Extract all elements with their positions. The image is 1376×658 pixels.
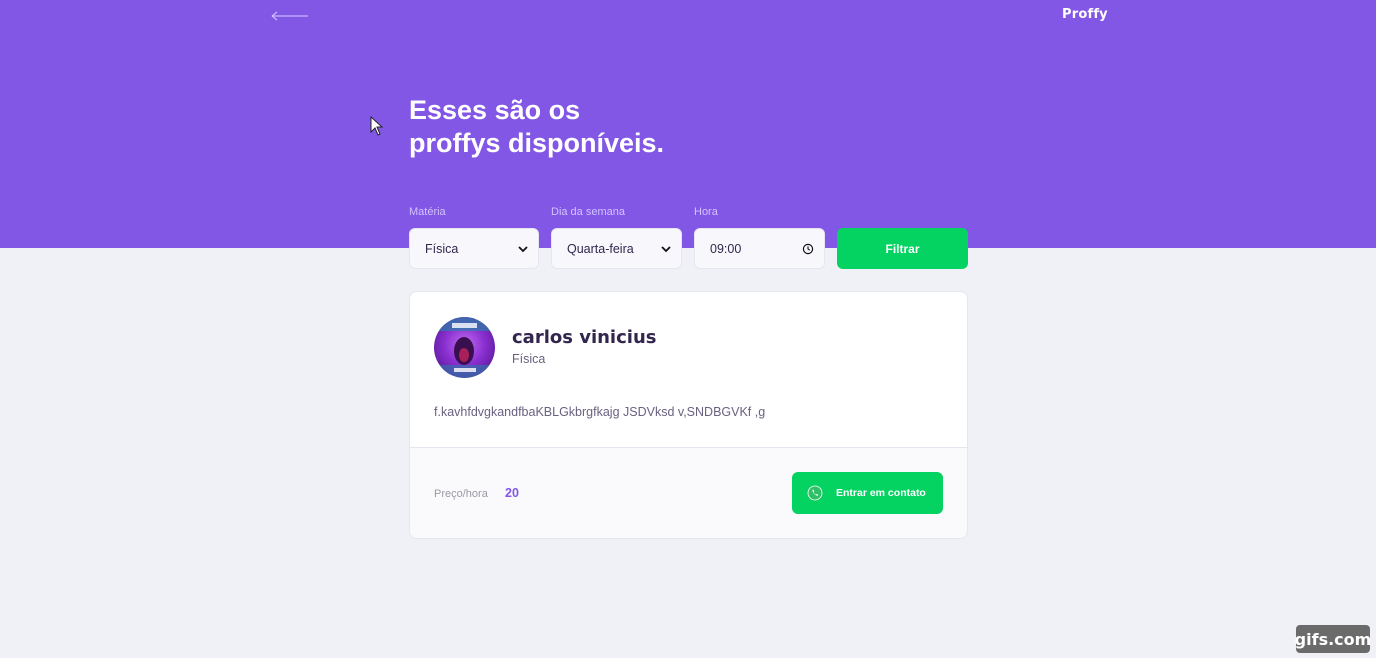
clock-icon[interactable] (802, 243, 814, 255)
page-title-line2: proffys disponíveis. (409, 128, 665, 158)
time-input-value: 09:00 (710, 241, 742, 256)
back-link[interactable] (270, 6, 312, 26)
teacher-name: carlos vinicius (512, 327, 657, 348)
gifs-watermark: gifs.com (1295, 625, 1371, 653)
subject-select-value: Física (425, 241, 459, 256)
filter-button[interactable]: Filtrar (837, 228, 968, 269)
page-header: Proffy Esses são os proffys disponíveis.… (0, 0, 1376, 248)
arrow-left-icon (271, 11, 308, 21)
chevron-down-icon (661, 245, 671, 252)
contact-button-label: Entrar em contato (836, 487, 926, 499)
contact-button[interactable]: Entrar em contato (792, 472, 943, 514)
mouse-cursor-icon (370, 116, 384, 136)
weekday-label: Dia da semana (551, 206, 625, 218)
time-input[interactable]: 09:00 (694, 228, 825, 269)
teacher-bio: f.kavhfdvgkandfbaKBLGkbrgfkajg JSDVksd v… (434, 405, 766, 419)
card-footer: Preço/hora 20 Entrar em contato (410, 447, 967, 538)
price-label: Preço/hora (434, 488, 488, 500)
teacher-card: carlos vinicius Física f.kavhfdvgkandfba… (409, 291, 968, 539)
price-value: 20 (505, 486, 519, 500)
whatsapp-icon (802, 480, 828, 506)
brand-logo: Proffy (1062, 7, 1108, 22)
page-title-line1: Esses são os (409, 95, 581, 125)
subject-select[interactable]: Física (409, 228, 539, 269)
time-label: Hora (694, 206, 718, 218)
subject-label: Matéria (409, 206, 446, 218)
avatar (434, 317, 495, 378)
chevron-down-icon (518, 245, 528, 252)
weekday-select-value: Quarta-feira (567, 241, 634, 256)
weekday-select[interactable]: Quarta-feira (551, 228, 682, 269)
page-title: Esses são os proffys disponíveis. (409, 94, 729, 160)
teacher-subject: Física (512, 352, 546, 366)
